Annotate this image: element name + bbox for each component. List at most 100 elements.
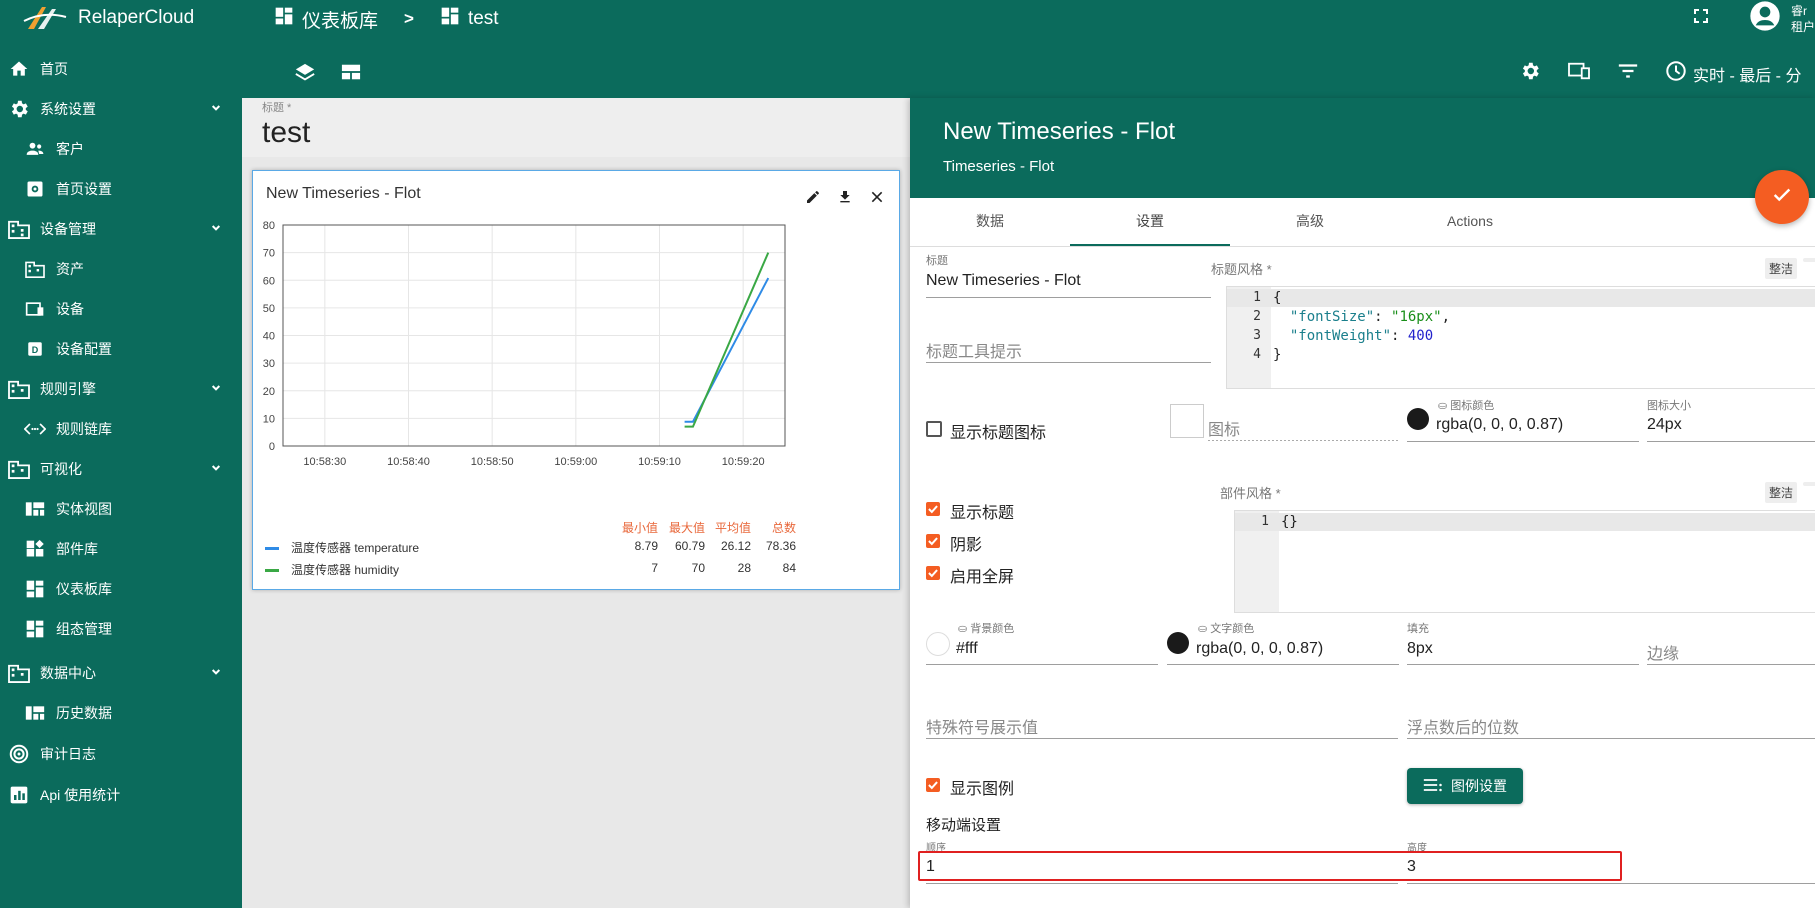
sidebar-item-configuration[interactable]: 组态管理 <box>0 609 242 649</box>
show-title-icon-checkbox[interactable] <box>926 421 942 437</box>
line-number: 1 <box>1253 290 1261 305</box>
icon-field[interactable]: 图标 <box>1208 416 1240 440</box>
filter-icon[interactable] <box>1617 62 1639 85</box>
chart-icon <box>8 784 30 806</box>
highlight-box <box>918 851 1622 881</box>
svg-text:D: D <box>32 345 39 355</box>
x-tick-label: 10:59:10 <box>638 456 681 468</box>
icon-size-field[interactable]: 24px <box>1647 416 1682 434</box>
x-tick-label: 10:58:40 <box>387 456 430 468</box>
margin-field[interactable]: 边缘 <box>1647 640 1679 664</box>
show-title-label: 显示标题 <box>950 505 1015 522</box>
sidebar-item-rule-engine[interactable]: 规则引擎 <box>0 369 242 409</box>
icon-field-underline <box>1208 440 1398 441</box>
breadcrumb-item-dashboards[interactable]: 仪表板库 <box>302 6 378 33</box>
decimals-field[interactable]: 浮点数后的位数 <box>1407 714 1519 738</box>
code-line: "fontSize": "16px", <box>1289 309 1451 325</box>
user-menu[interactable]: 睿r 租户 <box>1693 0 1815 37</box>
sidebar-item-label: 可视化 <box>40 461 82 477</box>
sidebar-item-audit-logs[interactable]: 审计日志 <box>0 734 242 774</box>
sidebar-item-label: 客户 <box>56 141 84 157</box>
panel-title: New Timeseries - Flot <box>943 118 1176 145</box>
legend-settings-button[interactable]: 图例设置 <box>1407 768 1523 804</box>
line-number: 2 <box>1253 309 1261 324</box>
text-color-swatch[interactable] <box>1167 632 1189 654</box>
widget-actions <box>805 189 885 210</box>
padding-field[interactable]: 8px <box>1407 640 1433 658</box>
text-color-underline <box>1167 664 1399 665</box>
edit-icon[interactable] <box>805 189 821 210</box>
sidebar-item-label: 首页设置 <box>56 181 112 197</box>
icon-color-field[interactable]: rgba(0, 0, 0, 0.87) <box>1436 416 1563 434</box>
y-tick-label: 70 <box>263 248 275 260</box>
legend-header-total[interactable]: 总数 <box>736 519 796 536</box>
text-color-label: ⛀ 文字颜色 <box>1198 623 1255 635</box>
sidebar-item-home[interactable]: 首页 <box>0 49 242 89</box>
panel-subtitle: Timeseries - Flot <box>943 158 1055 175</box>
title-tooltip-field[interactable]: 标题工具提示 <box>926 338 1022 362</box>
tab-settings[interactable]: 设置 <box>1070 198 1230 246</box>
show-title-checkbox[interactable] <box>926 502 940 516</box>
layers-icon[interactable] <box>294 62 316 89</box>
title-style-editor[interactable]: 1 2 3 4 { "fontSize": "16px", "fontWeigh… <box>1226 286 1815 389</box>
sidebar-item-device-management[interactable]: 设备管理 <box>0 209 242 249</box>
chevron-down-icon <box>208 380 224 399</box>
sidebar-item-entity-views[interactable]: 实体视图 <box>0 489 242 529</box>
line-number: 3 <box>1253 328 1261 343</box>
icon-preview[interactable] <box>1170 404 1204 438</box>
sidebar-item-dashboards[interactable]: 仪表板库 <box>0 569 242 609</box>
tab-actions[interactable]: Actions <box>1390 198 1550 244</box>
fullscreen-icon[interactable] <box>1693 8 1709 29</box>
sidebar-item-rule-chains[interactable]: 规则链库 <box>0 409 242 449</box>
bg-color-field[interactable]: #fff <box>956 640 978 658</box>
timewindow-button[interactable]: 实时 - 最后 - 分 <box>1665 60 1815 87</box>
y-tick-label: 20 <box>263 386 275 398</box>
sidebar-item-label: 历史数据 <box>56 705 112 721</box>
user-name: 睿r <box>1791 3 1807 18</box>
tidy-button-2[interactable]: 整洁 <box>1765 482 1798 503</box>
close-icon[interactable] <box>869 189 885 210</box>
timeseries-widget[interactable]: New Timeseries - Flot 0 10 20 30 40 50 60 70 80 1… <box>252 170 900 590</box>
fullscreen-editor-button-2[interactable] <box>1803 482 1815 486</box>
bg-color-swatch[interactable] <box>926 632 950 656</box>
icon-color-swatch[interactable] <box>1407 408 1429 430</box>
sidebar-item-home-settings[interactable]: 首页设置 <box>0 169 242 209</box>
sidebar-item-customers[interactable]: 客户 <box>0 129 242 169</box>
sidebar-item-api-usage[interactable]: Api 使用统计 <box>0 775 242 815</box>
dashboard-icon <box>24 618 46 640</box>
list-icon <box>1423 778 1443 795</box>
layout-icon[interactable] <box>340 62 362 89</box>
download-icon[interactable] <box>837 189 853 210</box>
widget-title: New Timeseries - Flot <box>266 185 421 202</box>
tidy-button[interactable]: 整洁 <box>1765 258 1798 279</box>
sidebar-item-device-profiles[interactable]: D 设备配置 <box>0 329 242 369</box>
fullscreen-checkbox[interactable] <box>926 566 940 580</box>
sidebar-item-visualization[interactable]: 可视化 <box>0 449 242 489</box>
widget-style-editor[interactable]: 1 {} <box>1234 510 1815 613</box>
sidebar-item-history-data[interactable]: 历史数据 <box>0 693 242 733</box>
devices-icon[interactable] <box>1567 61 1591 86</box>
account-avatar-icon[interactable] <box>1749 0 1781 37</box>
user-role: 租户 <box>1791 19 1815 34</box>
special-symbol-underline <box>926 738 1398 739</box>
x-tick-label: 10:59:20 <box>722 456 765 468</box>
dashboard-title[interactable]: test <box>262 116 310 150</box>
title-field[interactable]: New Timeseries - Flot <box>926 272 1081 290</box>
sidebar-item-widgets-library[interactable]: 部件库 <box>0 529 242 569</box>
tab-data[interactable]: 数据 <box>910 198 1070 244</box>
fullscreen-editor-button[interactable] <box>1803 258 1815 262</box>
text-color-field[interactable]: rgba(0, 0, 0, 0.87) <box>1196 640 1323 658</box>
gear-icon[interactable] <box>1519 60 1541 87</box>
special-symbol-field[interactable]: 特殊符号展示值 <box>926 714 1038 738</box>
shadow-checkbox[interactable] <box>926 534 940 548</box>
view-quilt-icon <box>24 498 46 520</box>
sidebar-item-devices[interactable]: 设备 <box>0 289 242 329</box>
tab-advanced[interactable]: 高级 <box>1230 198 1390 244</box>
sidebar-item-assets[interactable]: 资产 <box>0 249 242 289</box>
show-legend-checkbox[interactable] <box>926 778 940 792</box>
sidebar-item-data-center[interactable]: 数据中心 <box>0 653 242 693</box>
sidebar-item-system-settings[interactable]: 系统设置 <box>0 89 242 129</box>
timeseries-chart[interactable]: 0 10 20 30 40 50 60 70 80 10:58:30 10:58:40 10:58:5… <box>253 211 899 511</box>
sidebar-item-label: 规则引擎 <box>40 381 96 397</box>
app-logo[interactable]: RelaperCloud <box>22 0 194 36</box>
